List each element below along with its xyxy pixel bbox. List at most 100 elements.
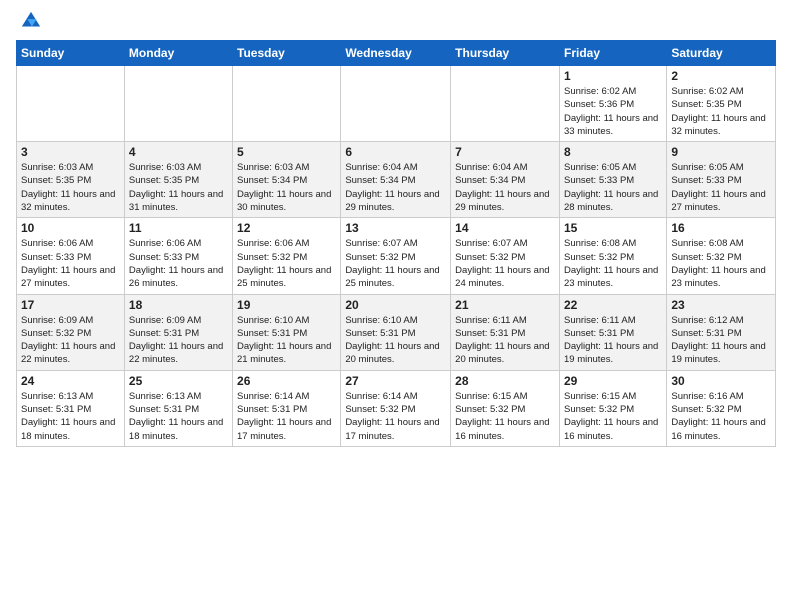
day-info: Sunrise: 6:09 AMSunset: 5:31 PMDaylight:… [129, 314, 228, 367]
day-number: 3 [21, 145, 120, 159]
day-info: Sunrise: 6:14 AMSunset: 5:32 PMDaylight:… [345, 390, 446, 443]
page: SundayMondayTuesdayWednesdayThursdayFrid… [0, 0, 792, 457]
calendar-cell: 23 Sunrise: 6:12 AMSunset: 5:31 PMDayligh… [667, 294, 776, 370]
calendar-cell: 6 Sunrise: 6:04 AMSunset: 5:34 PMDaylight… [341, 142, 451, 218]
day-info: Sunrise: 6:07 AMSunset: 5:32 PMDaylight:… [455, 237, 555, 290]
day-info: Sunrise: 6:12 AMSunset: 5:31 PMDaylight:… [671, 314, 771, 367]
day-number: 26 [237, 374, 336, 388]
calendar-cell [233, 66, 341, 142]
calendar-cell [451, 66, 560, 142]
calendar-cell: 27 Sunrise: 6:14 AMSunset: 5:32 PMDayligh… [341, 370, 451, 446]
calendar-cell: 20 Sunrise: 6:10 AMSunset: 5:31 PMDayligh… [341, 294, 451, 370]
day-number: 14 [455, 221, 555, 235]
calendar-cell: 29 Sunrise: 6:15 AMSunset: 5:32 PMDayligh… [559, 370, 666, 446]
day-info: Sunrise: 6:02 AMSunset: 5:36 PMDaylight:… [564, 85, 662, 138]
calendar-cell: 28Sunrise: 6:15 AMSunset: 5:32 PMDayligh… [451, 370, 560, 446]
day-info: Sunrise: 6:08 AMSunset: 5:32 PMDaylight:… [564, 237, 662, 290]
day-info: Sunrise: 6:03 AMSunset: 5:35 PMDaylight:… [21, 161, 120, 214]
day-number: 2 [671, 69, 771, 83]
day-info: Sunrise: 6:13 AMSunset: 5:31 PMDaylight:… [21, 390, 120, 443]
day-number: 24 [21, 374, 120, 388]
day-number: 22 [564, 298, 662, 312]
calendar-cell [124, 66, 232, 142]
calendar-cell: 5 Sunrise: 6:03 AMSunset: 5:34 PMDaylight… [233, 142, 341, 218]
calendar-cell: 8 Sunrise: 6:05 AMSunset: 5:33 PMDaylight… [559, 142, 666, 218]
calendar-header-saturday: Saturday [667, 41, 776, 66]
calendar-cell: 2 Sunrise: 6:02 AMSunset: 5:35 PMDaylight… [667, 66, 776, 142]
day-info: Sunrise: 6:04 AMSunset: 5:34 PMDaylight:… [455, 161, 555, 214]
day-number: 19 [237, 298, 336, 312]
calendar-header-thursday: Thursday [451, 41, 560, 66]
day-info: Sunrise: 6:02 AMSunset: 5:35 PMDaylight:… [671, 85, 771, 138]
day-number: 30 [671, 374, 771, 388]
header [16, 10, 776, 32]
day-number: 21 [455, 298, 555, 312]
day-info: Sunrise: 6:11 AMSunset: 5:31 PMDaylight:… [455, 314, 555, 367]
calendar-cell: 24 Sunrise: 6:13 AMSunset: 5:31 PMDayligh… [17, 370, 125, 446]
day-number: 18 [129, 298, 228, 312]
calendar-cell: 9 Sunrise: 6:05 AMSunset: 5:33 PMDaylight… [667, 142, 776, 218]
day-number: 23 [671, 298, 771, 312]
day-number: 6 [345, 145, 446, 159]
day-number: 25 [129, 374, 228, 388]
day-info: Sunrise: 6:07 AMSunset: 5:32 PMDaylight:… [345, 237, 446, 290]
logo [16, 10, 42, 32]
day-number: 9 [671, 145, 771, 159]
calendar-cell: 7 Sunrise: 6:04 AMSunset: 5:34 PMDaylight… [451, 142, 560, 218]
day-number: 16 [671, 221, 771, 235]
calendar-cell: 14 Sunrise: 6:07 AMSunset: 5:32 PMDayligh… [451, 218, 560, 294]
calendar-header-wednesday: Wednesday [341, 41, 451, 66]
day-info: Sunrise: 6:13 AMSunset: 5:31 PMDaylight:… [129, 390, 228, 443]
calendar-cell: 16 Sunrise: 6:08 AMSunset: 5:32 PMDayligh… [667, 218, 776, 294]
calendar-cell: 3 Sunrise: 6:03 AMSunset: 5:35 PMDaylight… [17, 142, 125, 218]
day-number: 11 [129, 221, 228, 235]
day-info: Sunrise: 6:03 AMSunset: 5:35 PMDaylight:… [129, 161, 228, 214]
calendar-cell [341, 66, 451, 142]
logo-icon [20, 10, 42, 32]
day-number: 15 [564, 221, 662, 235]
day-number: 5 [237, 145, 336, 159]
calendar-cell: 30 Sunrise: 6:16 AMSunset: 5:32 PMDayligh… [667, 370, 776, 446]
day-info: Sunrise: 6:03 AMSunset: 5:34 PMDaylight:… [237, 161, 336, 214]
day-number: 28 [455, 374, 555, 388]
day-number: 12 [237, 221, 336, 235]
calendar-header-sunday: Sunday [17, 41, 125, 66]
day-info: Sunrise: 6:11 AMSunset: 5:31 PMDaylight:… [564, 314, 662, 367]
calendar-cell: 15 Sunrise: 6:08 AMSunset: 5:32 PMDayligh… [559, 218, 666, 294]
day-info: Sunrise: 6:10 AMSunset: 5:31 PMDaylight:… [237, 314, 336, 367]
day-number: 4 [129, 145, 228, 159]
calendar-cell: 13 Sunrise: 6:07 AMSunset: 5:32 PMDayligh… [341, 218, 451, 294]
day-number: 1 [564, 69, 662, 83]
day-info: Sunrise: 6:06 AMSunset: 5:33 PMDaylight:… [21, 237, 120, 290]
day-number: 17 [21, 298, 120, 312]
day-number: 20 [345, 298, 446, 312]
day-number: 7 [455, 145, 555, 159]
calendar-cell: 12 Sunrise: 6:06 AMSunset: 5:32 PMDayligh… [233, 218, 341, 294]
calendar-cell: 11 Sunrise: 6:06 AMSunset: 5:33 PMDayligh… [124, 218, 232, 294]
calendar-header-monday: Monday [124, 41, 232, 66]
day-info: Sunrise: 6:10 AMSunset: 5:31 PMDaylight:… [345, 314, 446, 367]
day-info: Sunrise: 6:06 AMSunset: 5:32 PMDaylight:… [237, 237, 336, 290]
calendar-cell: 21 Sunrise: 6:11 AMSunset: 5:31 PMDayligh… [451, 294, 560, 370]
day-number: 27 [345, 374, 446, 388]
calendar: SundayMondayTuesdayWednesdayThursdayFrid… [16, 40, 776, 447]
day-number: 13 [345, 221, 446, 235]
calendar-cell: 17Sunrise: 6:09 AMSunset: 5:32 PMDayligh… [17, 294, 125, 370]
day-info: Sunrise: 6:06 AMSunset: 5:33 PMDaylight:… [129, 237, 228, 290]
day-number: 8 [564, 145, 662, 159]
calendar-cell: 25 Sunrise: 6:13 AMSunset: 5:31 PMDayligh… [124, 370, 232, 446]
calendar-header-friday: Friday [559, 41, 666, 66]
calendar-cell: 22 Sunrise: 6:11 AMSunset: 5:31 PMDayligh… [559, 294, 666, 370]
day-info: Sunrise: 6:16 AMSunset: 5:32 PMDaylight:… [671, 390, 771, 443]
calendar-header-tuesday: Tuesday [233, 41, 341, 66]
calendar-cell [17, 66, 125, 142]
day-info: Sunrise: 6:05 AMSunset: 5:33 PMDaylight:… [564, 161, 662, 214]
day-info: Sunrise: 6:04 AMSunset: 5:34 PMDaylight:… [345, 161, 446, 214]
day-number: 10 [21, 221, 120, 235]
day-info: Sunrise: 6:08 AMSunset: 5:32 PMDaylight:… [671, 237, 771, 290]
calendar-cell: 4 Sunrise: 6:03 AMSunset: 5:35 PMDaylight… [124, 142, 232, 218]
day-number: 29 [564, 374, 662, 388]
day-info: Sunrise: 6:15 AMSunset: 5:32 PMDaylight:… [564, 390, 662, 443]
day-info: Sunrise: 6:05 AMSunset: 5:33 PMDaylight:… [671, 161, 771, 214]
day-info: Sunrise: 6:14 AMSunset: 5:31 PMDaylight:… [237, 390, 336, 443]
